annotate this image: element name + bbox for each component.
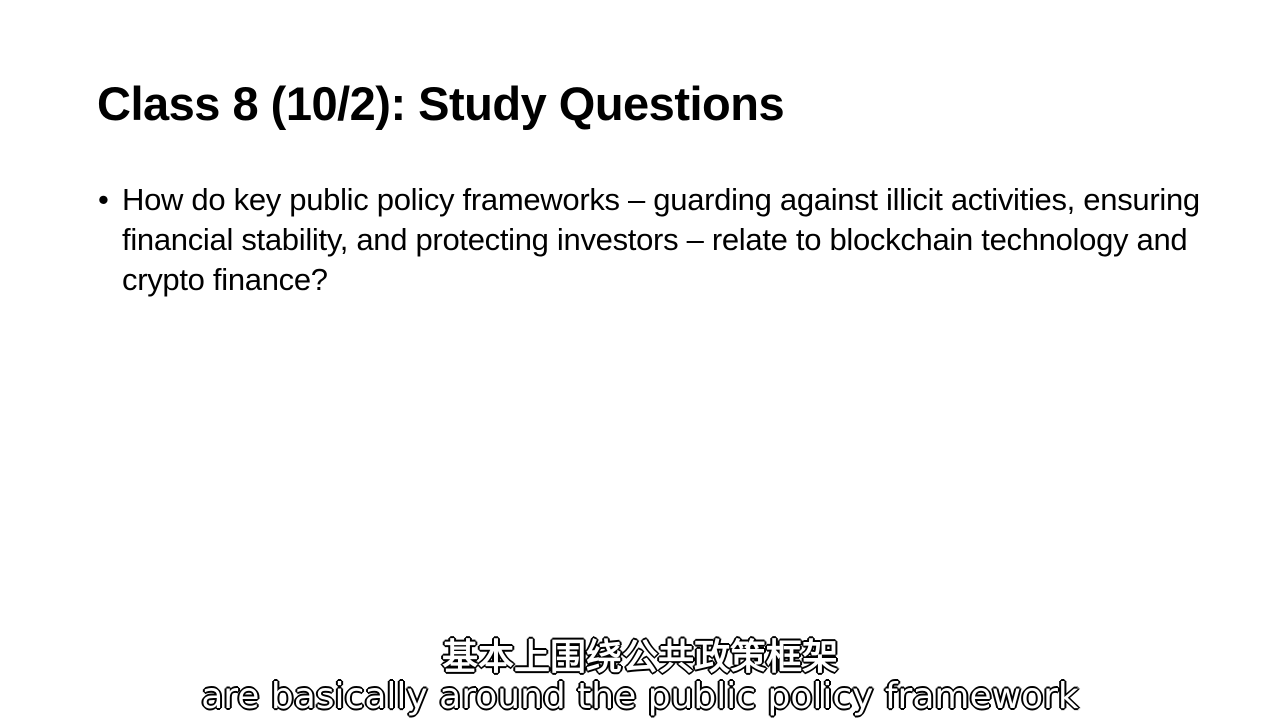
slide-title: Class 8 (10/2): Study Questions bbox=[97, 77, 785, 130]
subtitle-english: are basically around the public policy f… bbox=[201, 676, 1079, 717]
bullet-item: • How do key public policy frameworks – … bbox=[98, 180, 1218, 300]
bullet-list: • How do key public policy frameworks – … bbox=[98, 180, 1218, 300]
subtitle-chinese: 基本上围绕公共政策框架 bbox=[441, 637, 838, 678]
bullet-marker: • bbox=[98, 182, 109, 217]
bullet-text: How do key public policy frameworks – gu… bbox=[122, 182, 1200, 297]
